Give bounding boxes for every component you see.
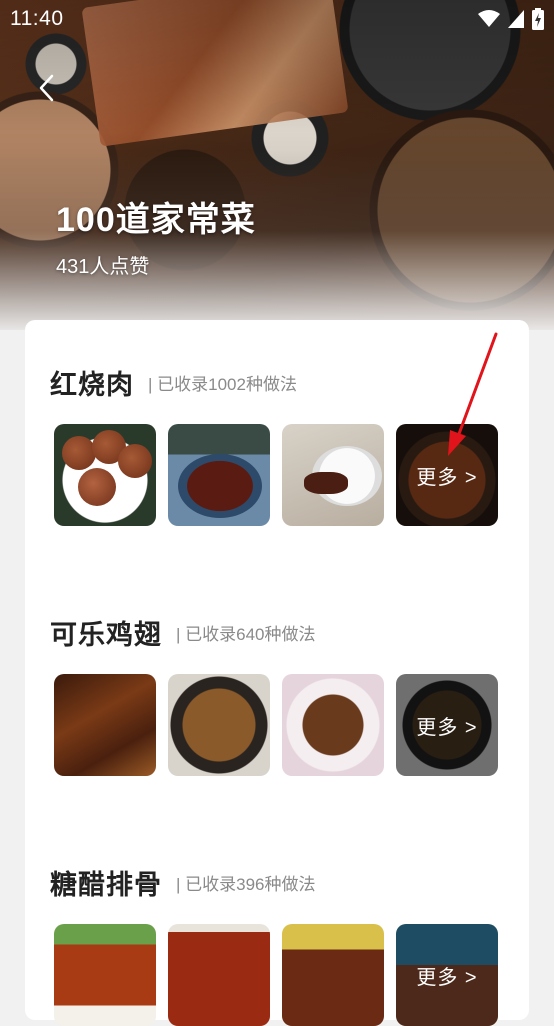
status-bar: 11:40 xyxy=(0,0,554,38)
thumbnail-row: 更多 > xyxy=(54,674,498,776)
more-recipes-button[interactable]: 更多 > xyxy=(396,424,498,526)
more-label: 更多 > xyxy=(396,924,498,1026)
section-header[interactable]: 糖醋排骨 | 已收录396种做法 xyxy=(50,862,316,902)
hero-banner xyxy=(0,0,554,330)
recipe-thumbnail[interactable] xyxy=(282,674,384,776)
recipe-thumbnail[interactable] xyxy=(168,674,270,776)
battery-icon xyxy=(532,8,544,30)
thumbnail-row: 更多 > xyxy=(54,424,498,526)
recipe-thumbnail[interactable] xyxy=(54,674,156,776)
section-header[interactable]: 可乐鸡翅 | 已收录640种做法 xyxy=(50,612,316,652)
more-recipes-button[interactable]: 更多 > xyxy=(396,924,498,1026)
recipe-thumbnail[interactable] xyxy=(282,424,384,526)
page-title: 100道家常菜 xyxy=(56,201,256,239)
back-button[interactable] xyxy=(28,70,64,106)
signal-icon xyxy=(508,10,524,28)
recipe-thumbnail[interactable] xyxy=(168,424,270,526)
section-count: | 已收录1002种做法 xyxy=(148,374,297,394)
chevron-left-icon xyxy=(39,74,54,102)
status-time: 11:40 xyxy=(10,7,64,30)
section-title: 红烧肉 xyxy=(50,369,134,400)
recipe-thumbnail[interactable] xyxy=(282,924,384,1026)
section-count: | 已收录640种做法 xyxy=(176,624,316,644)
thumbnail-row: 更多 > xyxy=(54,924,498,1026)
recipe-thumbnail[interactable] xyxy=(54,924,156,1026)
recipe-thumbnail[interactable] xyxy=(168,924,270,1026)
likes-count: 431人点赞 xyxy=(56,256,150,278)
more-recipes-button[interactable]: 更多 > xyxy=(396,674,498,776)
wifi-icon xyxy=(478,10,500,27)
recipe-card: 红烧肉 | 已收录1002种做法 更多 > 可乐鸡翅 | 已收录640种做法 更… xyxy=(25,320,529,1026)
section-title: 可乐鸡翅 xyxy=(50,619,162,650)
section-count: | 已收录396种做法 xyxy=(176,874,316,894)
section-title: 糖醋排骨 xyxy=(50,869,162,900)
section-header[interactable]: 红烧肉 | 已收录1002种做法 xyxy=(50,362,297,402)
more-label: 更多 > xyxy=(396,424,498,526)
more-label: 更多 > xyxy=(396,674,498,776)
recipe-thumbnail[interactable] xyxy=(54,424,156,526)
